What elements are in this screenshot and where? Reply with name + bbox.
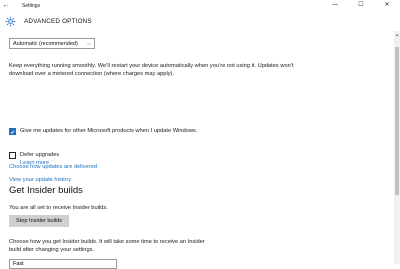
insider-section-title: Get Insider builds <box>9 185 83 196</box>
scroll-up-icon[interactable]: ▲ <box>394 32 400 37</box>
update-mode-value: Automatic (recommended) <box>13 40 78 47</box>
settings-content: Automatic (recommended) ⌵ Keep everythin… <box>0 31 394 269</box>
gear-icon <box>0 11 20 31</box>
window-controls: — ☐ ✕ <box>322 0 400 11</box>
insider-choose-text: Choose how you get Insider builds. It wi… <box>9 239 205 253</box>
option-microsoft-products[interactable]: Give me updates for other Microsoft prod… <box>9 128 220 136</box>
defer-upgrades-label: Defer upgrades <box>20 152 60 158</box>
choose-delivery-link[interactable]: Choose how updates are delivered <box>9 164 97 170</box>
update-mode-dropdown[interactable]: Automatic (recommended) ⌵ <box>9 38 95 49</box>
update-description: Keep everything running smoothly. We’ll … <box>9 63 294 78</box>
scrollbar-thumb[interactable] <box>395 47 399 195</box>
minimize-icon[interactable]: — <box>322 0 348 11</box>
page-header: ADVANCED OPTIONS <box>0 11 400 31</box>
stop-insider-builds-button[interactable]: Stop Insider builds <box>9 215 69 227</box>
defer-upgrades-checkbox[interactable] <box>9 152 16 159</box>
vertical-scrollbar[interactable]: ▲ <box>394 31 400 264</box>
back-arrow-icon[interactable]: ← <box>0 0 12 11</box>
title-bar: ← Settings — ☐ ✕ <box>0 0 400 11</box>
close-icon[interactable]: ✕ <box>374 0 400 11</box>
insider-status-text: You are all set to receive Insider build… <box>9 205 108 211</box>
option-defer-upgrades[interactable]: Defer upgrades <box>9 152 220 160</box>
window-title: Settings <box>22 2 41 9</box>
microsoft-products-label: Give me updates for other Microsoft prod… <box>20 128 198 134</box>
view-update-history-link[interactable]: View your update history <box>9 177 71 183</box>
page-title: ADVANCED OPTIONS <box>24 17 92 25</box>
maximize-icon[interactable]: ☐ <box>348 0 374 11</box>
insider-ring-value: Fast <box>13 261 24 267</box>
microsoft-products-checkbox[interactable] <box>9 128 16 135</box>
insider-ring-dropdown[interactable]: Fast <box>9 259 117 269</box>
chevron-down-icon: ⌵ <box>87 41 91 47</box>
